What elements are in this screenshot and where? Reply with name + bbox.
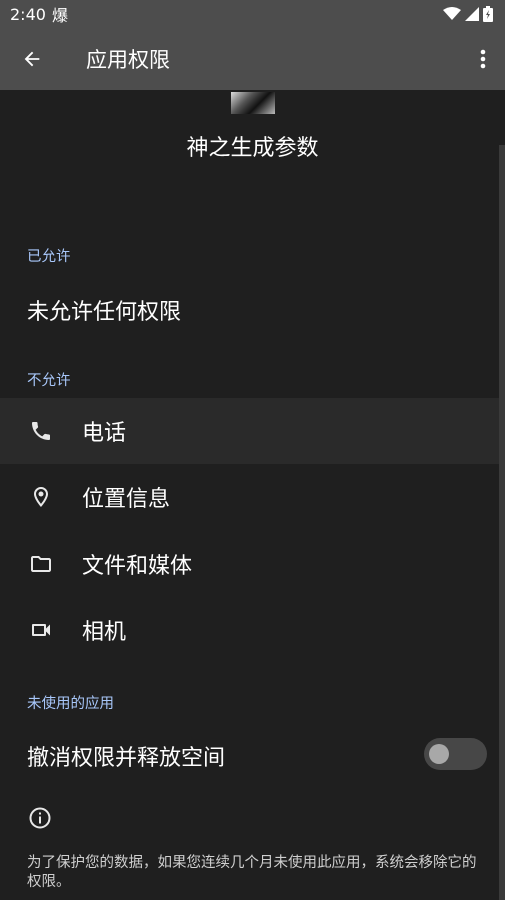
signal-icon (465, 7, 479, 21)
permission-label: 相机 (82, 620, 127, 645)
section-header-allowed: 已允许 (27, 249, 71, 265)
unused-apps-description: 为了保护您的数据，如果您连续几个月未使用此应用，系统会移除它的权限。 (27, 855, 477, 890)
permission-label: 位置信息 (82, 487, 171, 512)
page-title: 应用权限 (86, 48, 170, 72)
status-icons (443, 6, 493, 22)
remove-permissions-toggle[interactable] (424, 738, 487, 770)
permission-label: 文件和媒体 (82, 554, 193, 579)
section-header-unused-apps: 未使用的应用 (27, 696, 114, 712)
permission-item-phone[interactable]: 电话 (0, 398, 500, 464)
battery-icon (483, 6, 493, 22)
no-permissions-allowed-text: 未允许任何权限 (27, 300, 182, 325)
more-options-button[interactable] (461, 28, 505, 90)
location-icon (28, 484, 54, 510)
app-icon (231, 92, 275, 114)
arrow-back-icon (24, 51, 40, 67)
permission-item-camera[interactable]: 相机 (0, 597, 500, 663)
scrollbar[interactable] (499, 145, 505, 900)
phone-icon (28, 418, 54, 444)
info-icon (29, 807, 51, 829)
camera-icon (28, 617, 54, 643)
permission-item-location[interactable]: 位置信息 (0, 464, 500, 530)
toggle-knob (429, 744, 449, 764)
folder-icon (28, 551, 54, 577)
back-button[interactable] (0, 28, 64, 90)
status-time: 2:40 (10, 4, 46, 24)
more-vert-icon (480, 49, 486, 69)
remove-permissions-label: 撤消权限并释放空间 (27, 746, 226, 771)
permission-item-files-media[interactable]: 文件和媒体 (0, 531, 500, 597)
status-notification-glyph: 爆 (51, 6, 68, 25)
status-left: 2:40 爆 (10, 2, 68, 26)
section-header-not-allowed: 不允许 (27, 373, 71, 389)
status-bar: 2:40 爆 (0, 0, 505, 28)
permission-label: 电话 (82, 421, 127, 446)
app-bar: 应用权限 (0, 28, 505, 90)
app-name: 神之生成参数 (186, 136, 319, 161)
wifi-icon (443, 7, 461, 20)
